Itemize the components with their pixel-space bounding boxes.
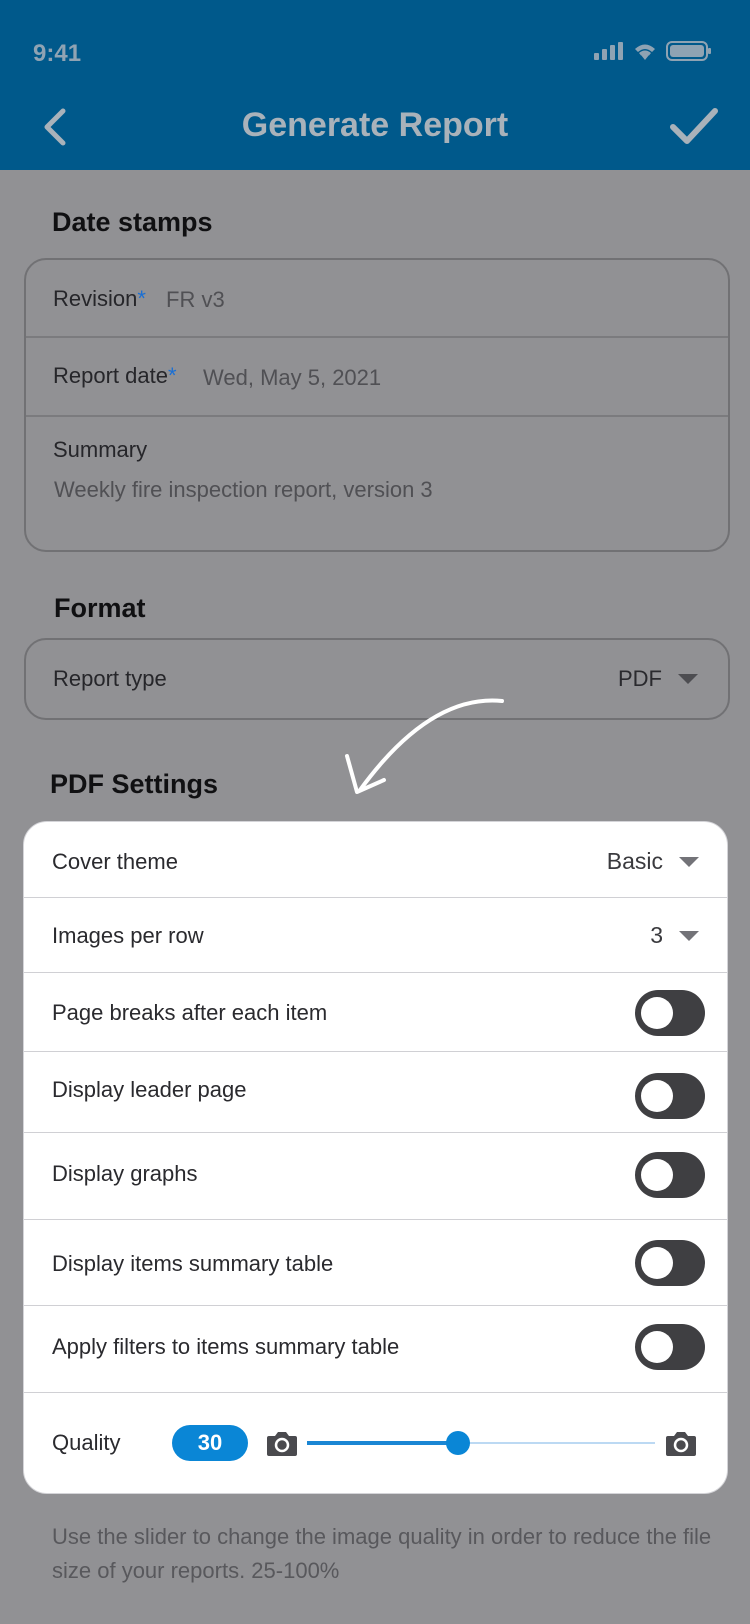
slider-thumb[interactable] (446, 1431, 470, 1455)
graphs-row: Display graphs (24, 1133, 727, 1220)
app-header: Generate Report (0, 86, 750, 170)
leader-page-toggle[interactable] (635, 1073, 705, 1119)
images-per-row-row[interactable]: Images per row 3 (24, 898, 727, 973)
apply-filters-toggle[interactable] (635, 1324, 705, 1370)
quality-help-text: Use the slider to change the image quali… (52, 1524, 712, 1583)
summary-value[interactable]: Weekly fire inspection report, version 3 (54, 477, 433, 503)
graphs-label: Display graphs (52, 1161, 198, 1186)
quality-label: Quality (52, 1430, 121, 1455)
page-breaks-label: Page breaks after each item (52, 1000, 328, 1025)
summary-table-row: Display items summary table (24, 1220, 727, 1306)
toggle-knob (641, 1080, 673, 1112)
graphs-toggle[interactable] (635, 1152, 705, 1198)
camera-large-icon (666, 1432, 696, 1456)
cover-theme-value: Basic (606, 848, 663, 874)
caret-down-icon (678, 674, 698, 684)
leader-page-label: Display leader page (52, 1077, 247, 1102)
battery-icon (666, 41, 711, 61)
images-per-row-dropdown[interactable]: 3 (650, 922, 699, 949)
curved-arrow-icon (345, 698, 504, 794)
page-breaks-toggle[interactable] (635, 990, 705, 1036)
summary-table-toggle[interactable] (635, 1240, 705, 1286)
toggle-knob (641, 997, 673, 1029)
images-per-row-label: Images per row (52, 923, 204, 948)
signal-icon (594, 42, 623, 60)
quality-row: Quality 30 (24, 1393, 727, 1493)
format-heading: Format (54, 593, 146, 623)
quality-slider[interactable] (307, 1431, 655, 1455)
quality-value-badge: 30 (172, 1425, 248, 1461)
summary-label: Summary (53, 437, 148, 462)
report-date-label: Report date* (53, 363, 177, 388)
report-type-dropdown[interactable]: PDF (618, 666, 698, 692)
cover-theme-dropdown[interactable]: Basic (607, 848, 699, 875)
toggle-knob (641, 1331, 673, 1363)
status-time: 9:41 (33, 40, 82, 67)
report-date-value[interactable]: Wed, May 5, 2021 (203, 365, 381, 391)
date-stamps-heading: Date stamps (52, 207, 213, 237)
caret-down-icon (679, 856, 699, 867)
summary-table-label: Display items summary table (52, 1251, 334, 1276)
apply-filters-label: Apply filters to items summary table (52, 1334, 400, 1359)
report-date-row[interactable]: Report date* Wed, May 5, 2021 (26, 338, 728, 417)
revision-label: Revision* (53, 286, 146, 311)
cover-theme-label: Cover theme (52, 849, 178, 874)
wifi-icon (635, 44, 655, 60)
page-title: Generate Report (241, 106, 509, 144)
toggle-knob (641, 1159, 673, 1191)
date-stamps-card: Revision* FR v3 Report date* Wed, May 5,… (24, 258, 730, 552)
status-icons (594, 40, 712, 62)
cover-theme-row[interactable]: Cover theme Basic (24, 822, 727, 898)
checkmark-icon (670, 108, 718, 144)
camera-small-icon (267, 1432, 297, 1456)
apply-filters-row: Apply filters to items summary table (24, 1306, 727, 1393)
revision-value[interactable]: FR v3 (166, 287, 225, 313)
summary-row[interactable]: Summary Weekly fire inspection report, v… (26, 417, 728, 550)
report-type-label: Report type (53, 666, 167, 691)
confirm-button[interactable] (666, 96, 722, 156)
caret-down-icon (679, 930, 699, 941)
toggle-knob (641, 1247, 673, 1279)
page-breaks-row: Page breaks after each item (24, 973, 727, 1052)
pdf-settings-card: Cover theme Basic Images per row 3 Page … (23, 821, 728, 1494)
status-bar: 9:41 (0, 0, 750, 86)
slider-fill (307, 1441, 458, 1445)
revision-row[interactable]: Revision* FR v3 (26, 260, 728, 338)
leader-page-row: Display leader page (24, 1052, 727, 1133)
pdf-settings-heading: PDF Settings (50, 769, 219, 799)
report-type-value: PDF (618, 666, 662, 691)
images-per-row-value: 3 (650, 922, 663, 948)
